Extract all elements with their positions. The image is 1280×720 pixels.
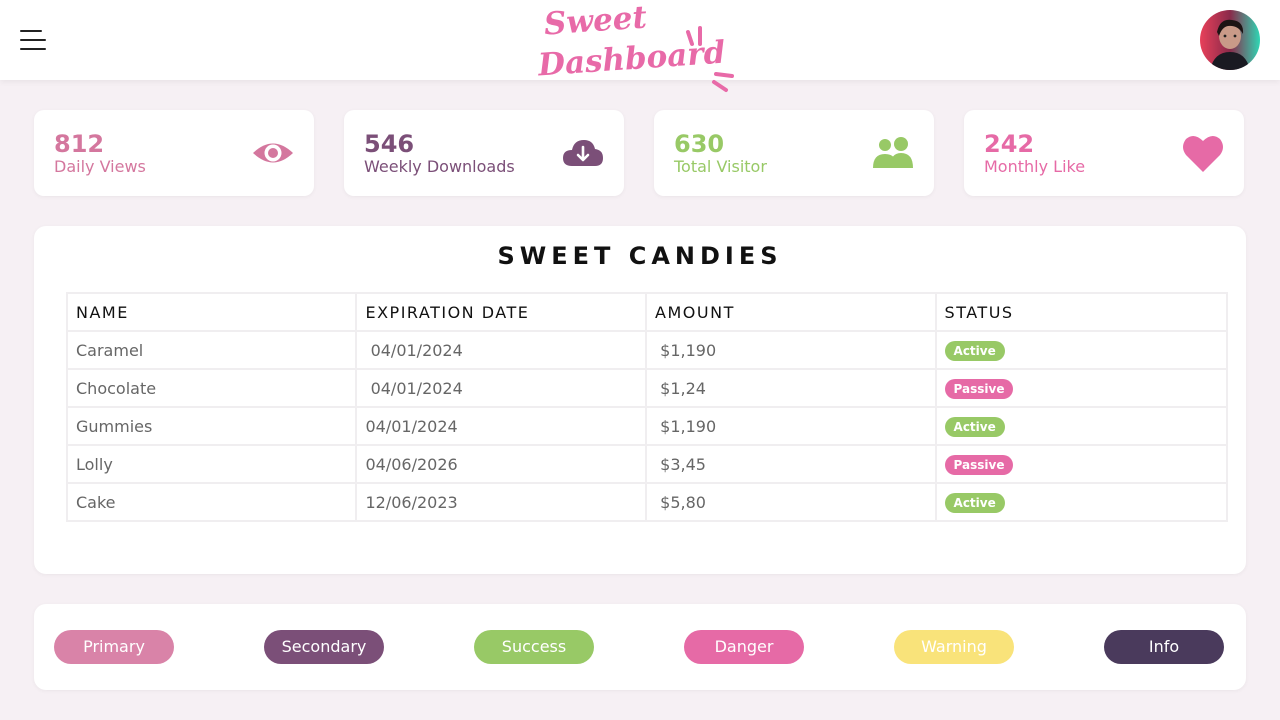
column-header-name[interactable]: NAME xyxy=(65,292,358,332)
stat-value: 242 xyxy=(984,130,1035,158)
table-row[interactable]: Chocolate 04/01/2024 $1,24 Passive xyxy=(65,368,1229,408)
stat-value: 630 xyxy=(674,130,725,158)
stat-value: 812 xyxy=(54,130,105,158)
table-header-row: NAME EXPIRATION DATE AMOUNT STATUS xyxy=(65,292,1229,332)
cell-amount: $1,190 xyxy=(645,406,937,446)
stat-card-daily-views[interactable]: 812 Daily Views xyxy=(34,110,314,196)
cell-amount: $1,24 xyxy=(645,368,937,408)
table-row[interactable]: Caramel 04/01/2024 $1,190 Active xyxy=(65,330,1229,370)
info-button[interactable]: Info xyxy=(1104,630,1224,664)
table-row[interactable]: Cake 12/06/2023 $5,80 Active xyxy=(65,482,1229,522)
sparkle-icon xyxy=(686,26,734,92)
status-badge: Active xyxy=(944,492,1005,513)
cell-name: Cake xyxy=(65,482,358,522)
stats-row: 812 Daily Views 546 Weekly Downloads 630… xyxy=(34,110,1246,196)
top-bar: Sweet Dashboard xyxy=(0,0,1280,92)
cell-name: Caramel xyxy=(65,330,358,370)
users-icon xyxy=(873,137,913,168)
stat-card-total-visitor[interactable]: 630 Total Visitor xyxy=(654,110,934,196)
cell-amount: $5,80 xyxy=(645,482,937,522)
cell-amount: $3,45 xyxy=(645,444,937,484)
cell-status: Active xyxy=(934,406,1229,446)
cell-name: Chocolate xyxy=(65,368,358,408)
stat-card-monthly-like[interactable]: 242 Monthly Like xyxy=(964,110,1244,196)
cell-amount: $1,190 xyxy=(645,330,937,370)
table-row[interactable]: Lolly 04/06/2026 $3,45 Passive xyxy=(65,444,1229,484)
stat-label: Total Visitor xyxy=(674,157,767,176)
status-badge: Active xyxy=(944,416,1005,437)
hamburger-menu-icon[interactable] xyxy=(20,30,46,50)
cell-name: Gummies xyxy=(65,406,358,446)
secondary-button[interactable]: Secondary xyxy=(264,630,384,664)
cell-status: Active xyxy=(934,482,1229,522)
column-header-status[interactable]: STATUS xyxy=(934,292,1229,332)
danger-button[interactable]: Danger xyxy=(684,630,804,664)
heart-icon xyxy=(1183,135,1223,172)
column-header-amount[interactable]: AMOUNT xyxy=(645,292,937,332)
stat-value: 546 xyxy=(364,130,415,158)
cell-date: 04/01/2024 xyxy=(355,368,648,408)
cell-status: Passive xyxy=(934,368,1229,408)
cloud-download-icon xyxy=(563,140,603,166)
eye-icon xyxy=(253,143,293,163)
user-avatar[interactable] xyxy=(1200,10,1260,70)
primary-button[interactable]: Primary xyxy=(54,630,174,664)
stat-label: Monthly Like xyxy=(984,157,1086,176)
table-title: SWEET CANDIES xyxy=(497,242,783,270)
status-badge: Passive xyxy=(944,378,1014,399)
candies-table: NAME EXPIRATION DATE AMOUNT STATUS Caram… xyxy=(65,292,1229,522)
cell-status: Passive xyxy=(934,444,1229,484)
success-button[interactable]: Success xyxy=(474,630,594,664)
cell-name: Lolly xyxy=(65,444,358,484)
status-badge: Passive xyxy=(944,454,1014,475)
stat-card-weekly-downloads[interactable]: 546 Weekly Downloads xyxy=(344,110,624,196)
cell-date: 12/06/2023 xyxy=(355,482,648,522)
warning-button[interactable]: Warning xyxy=(894,630,1014,664)
cell-date: 04/01/2024 xyxy=(355,330,648,370)
stat-label: Weekly Downloads xyxy=(364,157,515,176)
app-logo: Sweet Dashboard xyxy=(530,0,750,97)
cell-date: 04/01/2024 xyxy=(355,406,648,446)
cell-status: Active xyxy=(934,330,1229,370)
cell-date: 04/06/2026 xyxy=(355,444,648,484)
status-badge: Active xyxy=(944,340,1005,361)
logo-text-line1: Sweet xyxy=(542,0,648,43)
buttons-panel: Primary Secondary Success Danger Warning… xyxy=(34,604,1246,690)
stat-label: Daily Views xyxy=(54,157,146,176)
column-header-expiration-date[interactable]: EXPIRATION DATE xyxy=(355,292,648,332)
table-row[interactable]: Gummies 04/01/2024 $1,190 Active xyxy=(65,406,1229,446)
